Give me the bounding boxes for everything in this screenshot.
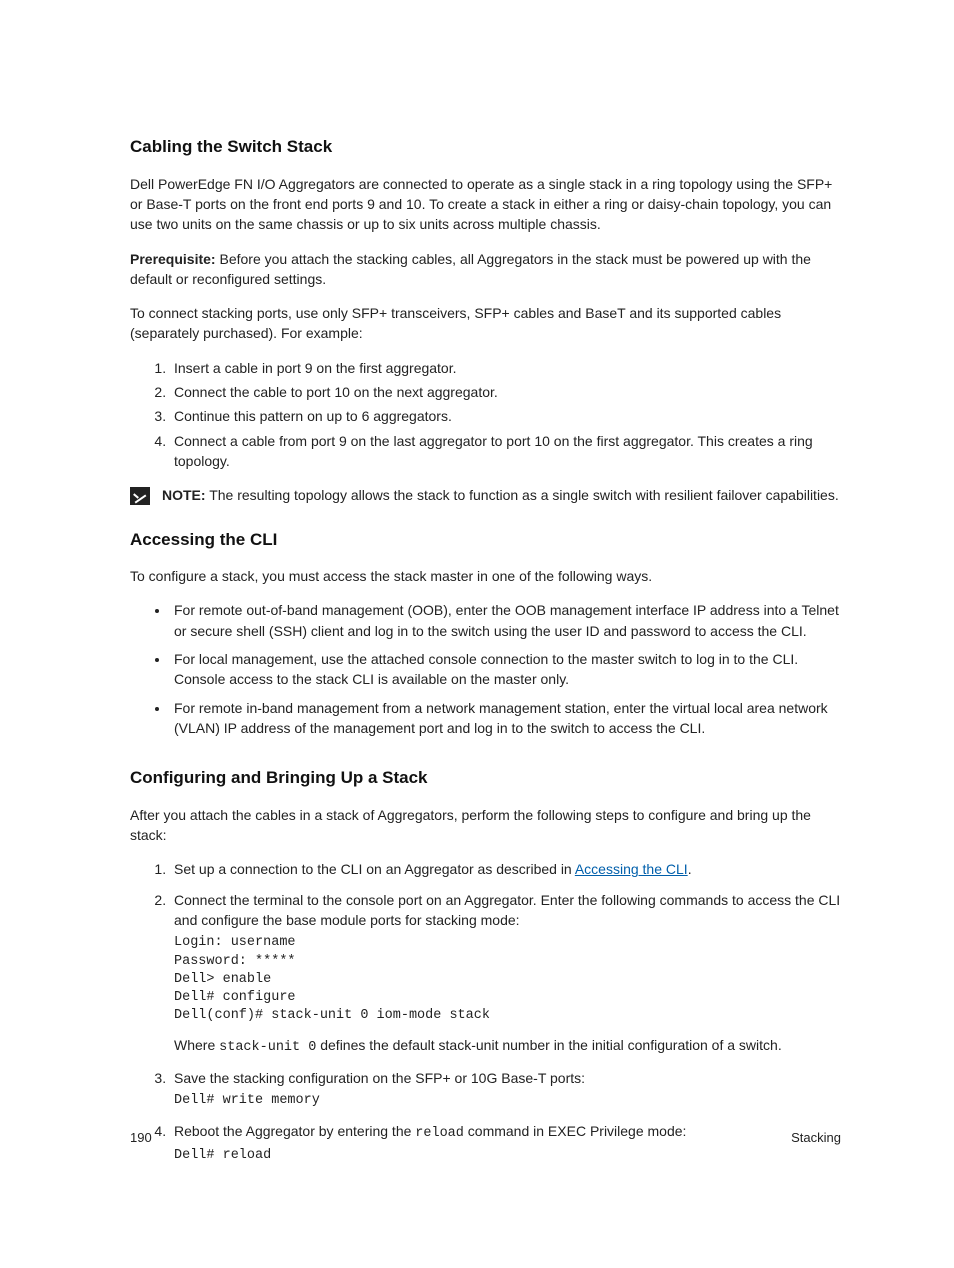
body-text: After you attach the cables in a stack o… bbox=[130, 805, 841, 846]
list-item: Insert a cable in port 9 on the first ag… bbox=[170, 358, 841, 378]
list-item: Connect the cable to port 10 on the next… bbox=[170, 382, 841, 402]
list-item: Connect a cable from port 9 on the last … bbox=[170, 431, 841, 472]
body-text: Before you attach the stacking cables, a… bbox=[130, 251, 811, 287]
note-block: NOTE: The resulting topology allows the … bbox=[130, 485, 841, 505]
ordered-list: Set up a connection to the CLI on an Agg… bbox=[130, 859, 841, 1165]
note-label: NOTE: bbox=[162, 487, 206, 503]
heading-configuring-stack: Configuring and Bringing Up a Stack bbox=[130, 766, 841, 791]
list-item: For local management, use the attached c… bbox=[170, 649, 841, 690]
list-item: Set up a connection to the CLI on an Agg… bbox=[170, 859, 841, 879]
step-text: . bbox=[688, 861, 692, 877]
list-item: Connect the terminal to the console port… bbox=[170, 890, 841, 1058]
cross-reference-link[interactable]: Accessing the CLI bbox=[575, 861, 688, 877]
code-block: Dell# reload bbox=[174, 1147, 841, 1165]
list-item: Save the stacking configuration on the S… bbox=[170, 1068, 841, 1111]
heading-accessing-cli: Accessing the CLI bbox=[130, 528, 841, 553]
code-block: Login: username Password: ***** Dell> en… bbox=[174, 934, 841, 1025]
code-inline: stack-unit 0 bbox=[219, 1040, 316, 1055]
list-item: For remote out-of-band management (OOB),… bbox=[170, 600, 841, 641]
heading-cabling: Cabling the Switch Stack bbox=[130, 135, 841, 160]
bullet-list: For remote out-of-band management (OOB),… bbox=[130, 600, 841, 738]
step-text: Connect the terminal to the console port… bbox=[174, 892, 840, 928]
step-text: Where bbox=[174, 1037, 219, 1053]
note-text: The resulting topology allows the stack … bbox=[206, 487, 839, 503]
body-text: Dell PowerEdge FN I/O Aggregators are co… bbox=[130, 174, 841, 235]
note-icon bbox=[130, 487, 150, 505]
body-text: Prerequisite: Before you attach the stac… bbox=[130, 249, 841, 290]
step-text: defines the default stack-unit number in… bbox=[316, 1037, 781, 1053]
step-text: Set up a connection to the CLI on an Agg… bbox=[174, 861, 575, 877]
document-page: Cabling the Switch Stack Dell PowerEdge … bbox=[0, 0, 954, 1268]
prerequisite-label: Prerequisite: bbox=[130, 251, 216, 267]
page-number: 190 bbox=[130, 1129, 152, 1148]
list-item: For remote in-band management from a net… bbox=[170, 698, 841, 739]
body-text: Where stack-unit 0 defines the default s… bbox=[174, 1035, 841, 1058]
body-text: To connect stacking ports, use only SFP+… bbox=[130, 303, 841, 344]
note-body: NOTE: The resulting topology allows the … bbox=[162, 485, 841, 505]
chapter-label: Stacking bbox=[791, 1129, 841, 1148]
page-footer: 190 Stacking bbox=[130, 1129, 841, 1148]
step-text: Save the stacking configuration on the S… bbox=[174, 1070, 585, 1086]
body-text: To configure a stack, you must access th… bbox=[130, 566, 841, 586]
code-block: Dell# write memory bbox=[174, 1092, 841, 1110]
list-item: Continue this pattern on up to 6 aggrega… bbox=[170, 406, 841, 426]
ordered-list: Insert a cable in port 9 on the first ag… bbox=[130, 358, 841, 471]
